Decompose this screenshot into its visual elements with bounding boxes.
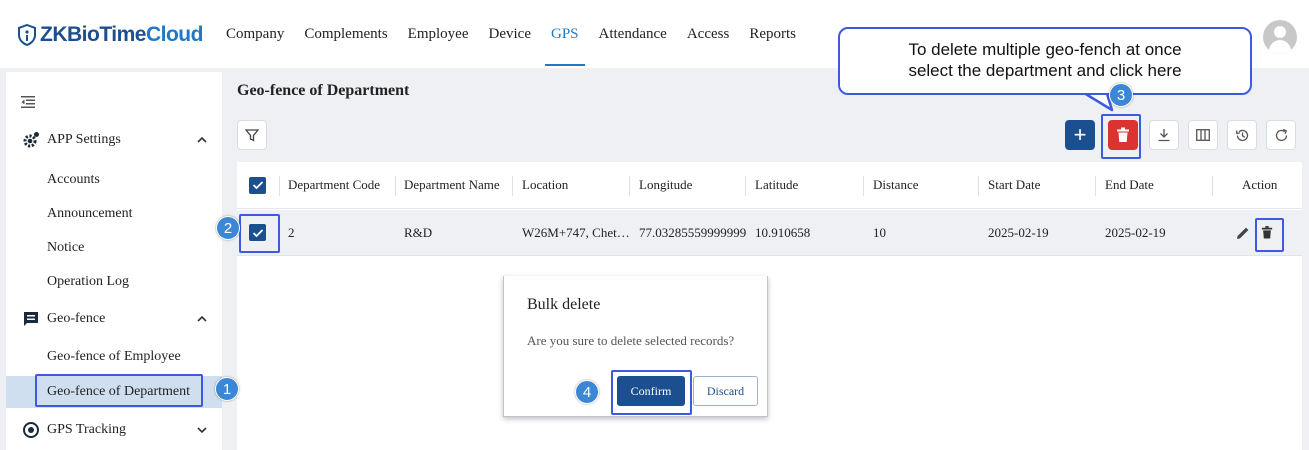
trash-icon xyxy=(1117,127,1129,142)
logo-text: ZKBioTimeCloud xyxy=(40,23,203,46)
step-badge-1: 1 xyxy=(215,377,239,401)
history-icon xyxy=(1235,129,1248,141)
confirm-button[interactable]: Confirm xyxy=(617,376,685,406)
plus-icon: + xyxy=(1073,122,1087,147)
step-badge-4: 4 xyxy=(575,380,599,404)
sidebar-group-gps-tracking[interactable]: GPS Tracking xyxy=(6,412,222,448)
checkmark-icon xyxy=(252,181,263,190)
sidebar-group-label: Geo-fence xyxy=(47,311,106,326)
history-button[interactable] xyxy=(1227,120,1257,150)
nav-access[interactable]: Access xyxy=(677,22,739,66)
cell-end-date: 2025-02-19 xyxy=(1105,224,1166,240)
page-title: Geo-fence of Department xyxy=(237,82,410,99)
columns-icon xyxy=(1196,129,1210,141)
filter-icon xyxy=(245,129,259,142)
cell-distance: 10 xyxy=(873,224,886,240)
step-badge-3: 3 xyxy=(1109,83,1133,107)
instruction-callout: To delete multiple geo-fench at once sel… xyxy=(838,27,1252,95)
cell-longitude: 77.03285559999999 xyxy=(639,224,747,240)
filter-button[interactable] xyxy=(237,120,267,150)
table-row[interactable]: 2 R&D W26M+747, Chet… 77.03285559999999 … xyxy=(237,210,1302,256)
refresh-icon xyxy=(1275,128,1287,141)
gps-target-icon xyxy=(23,422,39,438)
export-button[interactable] xyxy=(1149,120,1179,150)
geo-fence-table: Department Code Department Name Location… xyxy=(237,162,1302,450)
nav-company[interactable]: Company xyxy=(216,22,294,66)
column-header[interactable]: Department Code xyxy=(288,162,380,208)
column-header[interactable]: Distance xyxy=(873,162,918,208)
dialog-title: Bulk delete xyxy=(527,296,601,313)
step-badge-2: 2 xyxy=(216,216,240,240)
nav-complements[interactable]: Complements xyxy=(294,22,397,66)
sidebar-group-app-settings[interactable]: APP Settings xyxy=(6,122,222,158)
columns-button[interactable] xyxy=(1188,120,1218,150)
column-header[interactable]: Latitude xyxy=(755,162,798,208)
column-header[interactable]: Department Name xyxy=(404,162,500,208)
chat-box-icon xyxy=(24,312,38,326)
sidebar-group-label: APP Settings xyxy=(47,132,121,147)
sidebar-item-accounts[interactable]: Accounts xyxy=(6,164,222,196)
column-header[interactable]: Start Date xyxy=(988,162,1040,208)
nav-reports[interactable]: Reports xyxy=(739,22,806,66)
callout-line-2: select the department and click here xyxy=(908,61,1182,80)
sidebar-item-announcement[interactable]: Announcement xyxy=(6,198,222,230)
discard-button[interactable]: Discard xyxy=(693,376,758,406)
row-checkbox[interactable] xyxy=(249,210,266,255)
cell-start-date: 2025-02-19 xyxy=(988,224,1049,240)
cell-latitude: 10.910658 xyxy=(755,224,811,240)
app-logo[interactable]: ZKBioTimeCloud xyxy=(17,22,203,48)
sidebar-group-geo-fence[interactable]: Geo-fence xyxy=(6,301,222,337)
column-header: Action xyxy=(1242,177,1278,192)
sidebar-item-geo-fence-employee[interactable]: Geo-fence of Employee xyxy=(6,341,222,373)
menu-collapse-icon[interactable] xyxy=(20,94,36,110)
column-header[interactable]: Location xyxy=(522,162,568,208)
download-icon xyxy=(1158,129,1170,142)
column-header[interactable]: End Date xyxy=(1105,162,1154,208)
row-delete-button[interactable] xyxy=(1261,210,1273,255)
column-header[interactable]: Longitude xyxy=(639,162,692,208)
bulk-delete-button[interactable] xyxy=(1108,120,1138,150)
add-button[interactable]: + xyxy=(1065,120,1095,150)
refresh-button[interactable] xyxy=(1266,120,1296,150)
sidebar-item-notice[interactable]: Notice xyxy=(6,232,222,264)
select-all-checkbox[interactable] xyxy=(249,162,266,208)
nav-gps[interactable]: GPS xyxy=(541,22,589,66)
main-nav: Company Complements Employee Device GPS … xyxy=(216,22,806,66)
chevron-up-icon xyxy=(197,315,207,322)
sidebar-item-operation-log[interactable]: Operation Log xyxy=(6,266,222,298)
cell-department-name: R&D xyxy=(404,224,433,240)
chevron-down-icon xyxy=(197,427,207,434)
edit-button[interactable] xyxy=(1235,210,1251,255)
cell-location: W26M+747, Chet… xyxy=(522,224,630,240)
chevron-up-icon xyxy=(197,136,207,143)
callout-line-1: To delete multiple geo-fench at once xyxy=(908,40,1182,59)
cell-department-code: 2 xyxy=(288,224,295,240)
dialog-message: Are you sure to delete selected records? xyxy=(527,333,735,348)
nav-attendance[interactable]: Attendance xyxy=(589,22,677,66)
nav-device[interactable]: Device xyxy=(479,22,541,66)
checkmark-icon xyxy=(252,228,263,237)
sidebar-item-geo-fence-department[interactable]: Geo-fence of Department xyxy=(6,376,222,408)
nav-employee[interactable]: Employee xyxy=(398,22,479,66)
pencil-icon xyxy=(1237,227,1249,239)
sidebar-group-label: GPS Tracking xyxy=(47,422,126,437)
trash-icon xyxy=(1261,226,1273,239)
gear-icon xyxy=(23,132,39,148)
shield-logo-icon xyxy=(18,24,36,46)
user-avatar[interactable] xyxy=(1263,20,1297,54)
table-header: Department Code Department Name Location… xyxy=(237,162,1302,209)
